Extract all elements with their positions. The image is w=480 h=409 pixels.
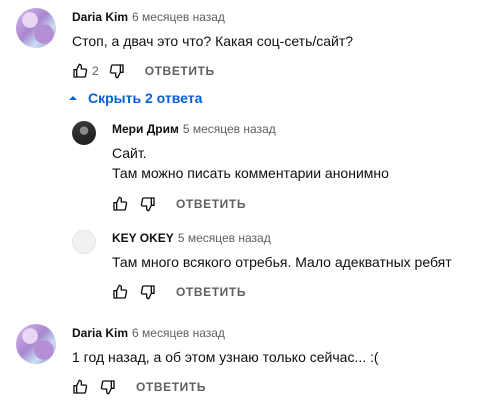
- comment-actions: ОТВЕТИТЬ: [108, 192, 246, 216]
- author-name[interactable]: Daria Kim: [72, 10, 128, 24]
- avatar[interactable]: [72, 121, 96, 145]
- comment-time[interactable]: 5 месяцев назад: [183, 122, 276, 136]
- like-button[interactable]: [108, 280, 132, 304]
- hide-replies-button[interactable]: Скрыть 2 ответа: [68, 90, 202, 106]
- dislike-button[interactable]: [136, 192, 160, 216]
- like-button[interactable]: [68, 375, 92, 399]
- comment-text-line: Сайт.: [112, 145, 147, 161]
- thumb-down-icon: [140, 197, 155, 212]
- dislike-button[interactable]: [96, 375, 120, 399]
- thumb-up-icon: [73, 379, 88, 394]
- dislike-button[interactable]: [105, 59, 129, 83]
- comment-text: Стоп, а двач это что? Какая соц-сеть/сай…: [72, 33, 354, 49]
- reply-button[interactable]: ОТВЕТИТЬ: [176, 197, 246, 211]
- avatar[interactable]: [16, 8, 56, 48]
- comment-text-line: Там можно писать комментарии анонимно: [112, 165, 389, 181]
- hide-replies-label: Скрыть 2 ответа: [88, 90, 203, 106]
- thumb-down-icon: [140, 285, 155, 300]
- comment-actions: 2 ОТВЕТИТЬ: [68, 59, 215, 83]
- comment-text: 1 год назад, а об этом узнаю только сейч…: [72, 349, 379, 365]
- comment-header: Daria Kim 6 месяцев назад: [72, 326, 225, 340]
- like-button[interactable]: [108, 192, 132, 216]
- avatar[interactable]: [72, 230, 96, 254]
- thumb-down-icon: [109, 64, 124, 79]
- author-name[interactable]: Daria Kim: [72, 326, 128, 340]
- thumb-down-icon: [100, 380, 115, 395]
- chevron-up-icon: [69, 96, 77, 100]
- like-count: 2: [92, 64, 99, 78]
- reply-button[interactable]: ОТВЕТИТЬ: [176, 285, 246, 299]
- reply-button[interactable]: ОТВЕТИТЬ: [145, 64, 215, 78]
- comment-header: KEY OKEY 5 месяцев назад: [112, 231, 271, 245]
- author-name[interactable]: KEY OKEY: [112, 231, 174, 245]
- comment-time[interactable]: 5 месяцев назад: [178, 231, 271, 245]
- avatar[interactable]: [16, 324, 56, 364]
- like-button[interactable]: [68, 59, 92, 83]
- reply-button[interactable]: ОТВЕТИТЬ: [136, 380, 206, 394]
- thumb-up-icon: [113, 196, 128, 211]
- comment-text: Там много всякого отребья. Мало адекватн…: [112, 254, 452, 270]
- thumb-up-icon: [73, 63, 88, 78]
- comment-time[interactable]: 6 месяцев назад: [132, 10, 225, 24]
- dislike-button[interactable]: [136, 280, 160, 304]
- thumb-up-icon: [113, 284, 128, 299]
- comment-header: Daria Kim 6 месяцев назад: [72, 10, 225, 24]
- author-name[interactable]: Мери Дрим: [112, 122, 179, 136]
- comment-actions: ОТВЕТИТЬ: [68, 375, 206, 399]
- comment-header: Мери Дрим 5 месяцев назад: [112, 122, 276, 136]
- comment-time[interactable]: 6 месяцев назад: [132, 326, 225, 340]
- comment-actions: ОТВЕТИТЬ: [108, 280, 246, 304]
